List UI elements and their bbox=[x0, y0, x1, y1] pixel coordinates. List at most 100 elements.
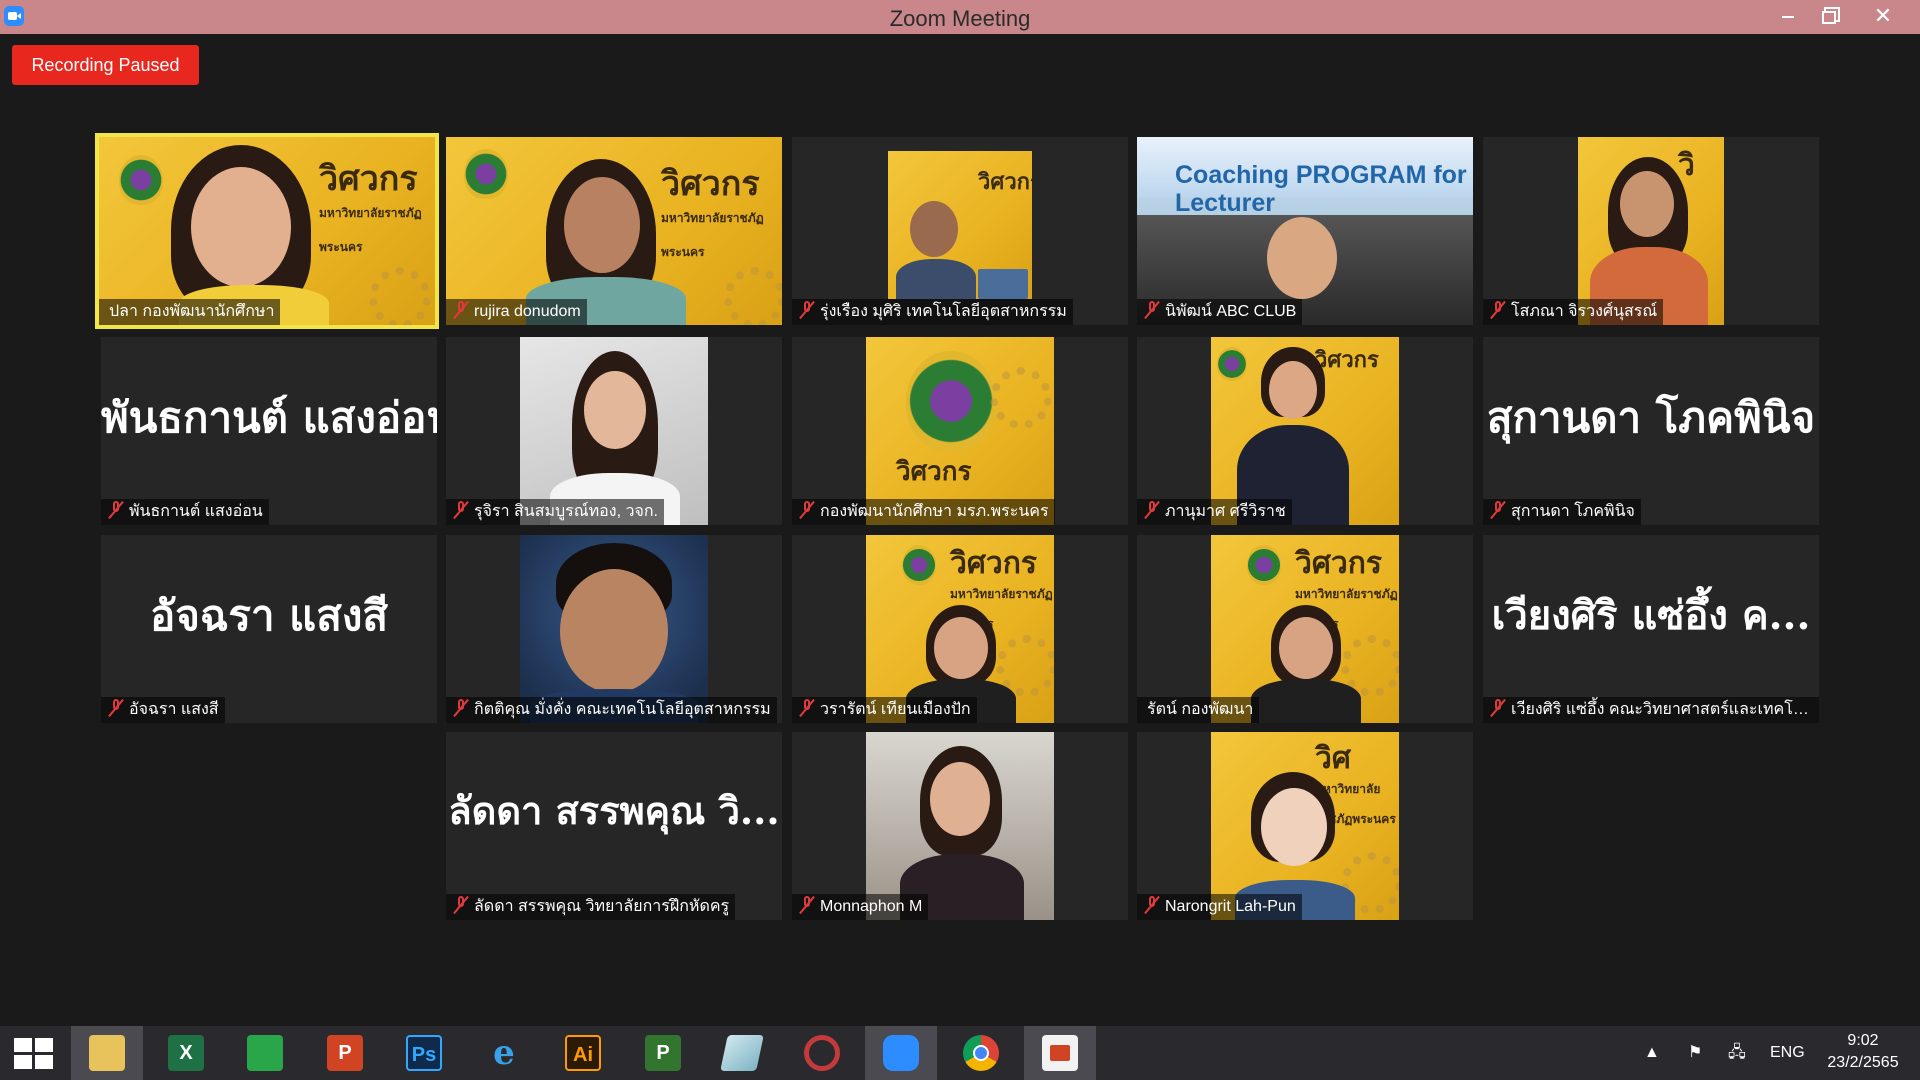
clock-time: 9:02 bbox=[1847, 1032, 1879, 1049]
taskbar-slides[interactable] bbox=[1024, 1026, 1096, 1080]
participant-tile[interactable]: ลัดดา สรรพคุณ วิ... ลัดดา สรรพคุณ วิทยาล… bbox=[446, 732, 782, 920]
participant-tile[interactable]: Monnaphon M bbox=[792, 732, 1128, 920]
photoscape-icon bbox=[804, 1035, 840, 1071]
taskbar-photoshop[interactable]: Ps bbox=[388, 1026, 460, 1080]
avatar-face bbox=[1261, 788, 1327, 866]
chevron-up-icon: ▲ bbox=[1644, 1044, 1660, 1061]
participant-tile[interactable]: วิ โสภณา จิรวงศ์นุสรณ์ bbox=[1483, 137, 1819, 325]
participant-video: Coaching PROGRAM for Lecturer bbox=[1137, 137, 1473, 325]
taskbar-store[interactable] bbox=[229, 1026, 301, 1080]
taskbar-chrome[interactable] bbox=[945, 1026, 1017, 1080]
person-face bbox=[1267, 217, 1337, 299]
participant-tile[interactable]: วิศวกร ภานุมาศ ศรีวิราช bbox=[1137, 337, 1473, 525]
network-icon[interactable]: 🖧 bbox=[1728, 1026, 1756, 1080]
folder-icon bbox=[89, 1035, 125, 1071]
person-face bbox=[934, 617, 988, 679]
participant-video: วิศ มหาวิทยาลัยราชภัฏพระนคร bbox=[1211, 732, 1399, 920]
gear-icon bbox=[990, 367, 1052, 429]
participant-tile[interactable]: วิศวกรมหาวิทยาลัยราชภัฏพระนคร รัตน์ กองพ… bbox=[1137, 535, 1473, 723]
participant-video: วิ bbox=[1578, 137, 1724, 325]
participant-name: Narongrit Lah-Pun bbox=[1137, 894, 1302, 920]
taskbar-zoom[interactable] bbox=[865, 1026, 937, 1080]
person-face bbox=[1269, 361, 1317, 419]
show-hidden-icons-button[interactable]: ▲ bbox=[1644, 1026, 1664, 1080]
university-seal-icon bbox=[119, 155, 163, 205]
person-face bbox=[191, 167, 291, 287]
participant-name: rujira donudom bbox=[446, 299, 587, 325]
muted-mic-icon bbox=[1491, 501, 1505, 519]
university-seal-icon bbox=[1217, 347, 1247, 381]
system-clock[interactable]: 9:02 23/2/2565 bbox=[1818, 1030, 1908, 1074]
participant-video bbox=[866, 732, 1054, 920]
person-body bbox=[1251, 679, 1361, 723]
participant-tile[interactable]: วิศวกร กองพัฒนานักศึกษา มรภ.พระนคร bbox=[792, 337, 1128, 525]
participant-video: วิศวกร bbox=[888, 151, 1032, 299]
participant-name: อัจฉรา แสงสี bbox=[101, 697, 225, 723]
language-indicator[interactable]: ENG bbox=[1770, 1026, 1810, 1080]
brand-graphic: วิศวกร bbox=[978, 169, 1032, 195]
participant-tile[interactable]: รุจิรา สินสมบูรณ์ทอง, วจก. bbox=[446, 337, 782, 525]
muted-mic-icon bbox=[109, 699, 123, 717]
person-face bbox=[1620, 171, 1674, 237]
muted-mic-icon bbox=[800, 699, 814, 717]
participant-video: วิศวกร bbox=[1211, 337, 1399, 525]
participant-tile[interactable]: วิศวกร มหาวิทยาลัยราชภัฏพระนคร ปลา กองพัฒ… bbox=[99, 137, 435, 325]
taskbar-illustrator[interactable]: Ai bbox=[547, 1026, 619, 1080]
taskbar-photoscape[interactable] bbox=[786, 1026, 858, 1080]
participant-tile[interactable]: สุกานดา โภคพินิจ สุกานดา โภคพินิจ bbox=[1483, 337, 1819, 525]
participant-name: กิตติคุณ มั่งคั่ง คณะเทคโนโลยีอุตสาหกรรม bbox=[446, 697, 777, 723]
participant-video: วิศวกรมหาวิทยาลัยราชภัฏพระนคร bbox=[99, 137, 435, 325]
participant-tile[interactable]: วิศวกร รุ่งเรือง มุศิริ เทคโนโลยีอุตสาหก… bbox=[792, 137, 1128, 325]
participant-tile[interactable]: เวียงศิริ แซ่อึ้ง ค... เวียงศิริ แซ่อึ้ง… bbox=[1483, 535, 1819, 723]
brand-graphic: วิ bbox=[1678, 148, 1695, 183]
muted-mic-icon bbox=[454, 301, 468, 319]
person-face bbox=[564, 177, 640, 273]
restore-button[interactable] bbox=[1806, 0, 1852, 34]
taskbar-excel[interactable]: X bbox=[150, 1026, 222, 1080]
taskbar-file-explorer[interactable] bbox=[71, 1026, 143, 1080]
participant-display-name: สุกานดา โภคพินิจ bbox=[1486, 393, 1816, 442]
participant-name: พันธกานต์ แสงอ่อน bbox=[101, 499, 269, 525]
muted-mic-icon bbox=[454, 699, 468, 717]
internet-explorer-icon: e bbox=[493, 1033, 515, 1073]
close-button[interactable]: ✕ bbox=[1860, 0, 1906, 34]
brand-graphic: วิศวกรมหาวิทยาลัยราชภัฏพระนคร bbox=[319, 159, 422, 254]
participant-video bbox=[520, 337, 708, 525]
muted-mic-icon bbox=[800, 501, 814, 519]
taskbar-internet-explorer[interactable]: e bbox=[468, 1026, 540, 1080]
illustrator-icon: Ai bbox=[565, 1035, 601, 1071]
person-face bbox=[930, 762, 990, 836]
university-seal-icon bbox=[1247, 545, 1281, 585]
taskbar-notes[interactable] bbox=[706, 1026, 778, 1080]
minimize-button[interactable] bbox=[1765, 0, 1811, 34]
participant-tile[interactable]: พันธกานต์ แสงอ่อน พันธกานต์ แสงอ่อน bbox=[101, 337, 437, 525]
university-seal-icon bbox=[464, 149, 508, 199]
university-seal-icon bbox=[902, 545, 936, 585]
start-button[interactable] bbox=[0, 1026, 72, 1080]
muted-mic-icon bbox=[800, 896, 814, 914]
participant-name: รุ่งเรือง มุศิริ เทคโนโลยีอุตสาหกรรม bbox=[792, 299, 1073, 325]
participant-tile[interactable]: Coaching PROGRAM for Lecturer นิพัฒน์ AB… bbox=[1137, 137, 1473, 325]
windows-icon bbox=[14, 1038, 54, 1070]
participant-tile[interactable]: กิตติคุณ มั่งคั่ง คณะเทคโนโลยีอุตสาหกรรม bbox=[446, 535, 782, 723]
participant-tile[interactable]: วิศ มหาวิทยาลัยราชภัฏพระนคร Narongrit Lah… bbox=[1137, 732, 1473, 920]
participant-name: ปลา กองพัฒนานักศึกษา bbox=[99, 299, 281, 325]
taskbar-powerpoint[interactable]: P bbox=[309, 1026, 381, 1080]
laptop bbox=[978, 269, 1028, 299]
participant-video: วิศวกรมหาวิทยาลัยราชภัฏพระนคร bbox=[866, 535, 1054, 723]
participant-video: วิศวกร bbox=[866, 337, 1054, 525]
project-icon: P bbox=[645, 1035, 681, 1071]
participant-tile[interactable]: วิศวกร มหาวิทยาลัยราชภัฏพระนคร rujira don… bbox=[446, 137, 782, 325]
action-center-flag-icon[interactable]: ⚑ bbox=[1688, 1026, 1716, 1080]
window-title: Zoom Meeting bbox=[889, 6, 1031, 31]
muted-mic-icon bbox=[800, 301, 814, 319]
recording-status-badge[interactable]: Recording Paused bbox=[12, 45, 199, 85]
store-icon bbox=[247, 1035, 283, 1071]
taskbar-project[interactable]: P bbox=[627, 1026, 699, 1080]
participant-tile[interactable]: อัจฉรา แสงสี อัจฉรา แสงสี bbox=[101, 535, 437, 723]
windows-taskbar: X P Ps e Ai P ▲ ⚑ 🖧 ENG 9:02 23/2/2565 bbox=[0, 1026, 1920, 1080]
participant-name: สุกานดา โภคพินิจ bbox=[1483, 499, 1641, 525]
person-face bbox=[910, 201, 958, 257]
participant-tile[interactable]: วิศวกรมหาวิทยาลัยราชภัฏพระนคร วรารัตน์ เ… bbox=[792, 535, 1128, 723]
notes-icon bbox=[720, 1035, 764, 1071]
